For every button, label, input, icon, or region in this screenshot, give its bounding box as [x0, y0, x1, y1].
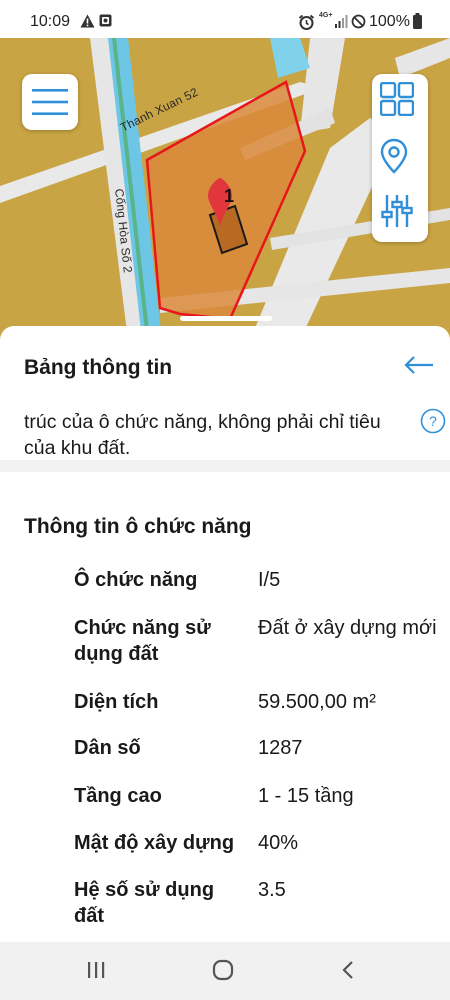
info-card: Thông tin ô chức năng Ô chức năng I/5 Ch…: [0, 472, 450, 942]
sheet-title: Bảng thông tin: [24, 356, 173, 379]
info-row-value: I/5: [258, 569, 281, 591]
home-icon: [212, 959, 234, 986]
arrow-left-icon: [404, 355, 434, 379]
svg-text:?: ?: [429, 413, 437, 429]
info-row-label: Hệ số sử dụng đất: [74, 879, 215, 927]
system-nav-bar: [0, 942, 450, 1000]
warning-icon: [80, 14, 95, 33]
status-time: 10:09: [30, 13, 71, 30]
image-icon: [99, 14, 112, 32]
info-row-label: Chức năng sử dụng đất: [74, 617, 211, 665]
info-row-value: 59.500,00 m²: [258, 691, 376, 713]
note-block: trúc của ô chức năng, không phải chỉ tiê…: [0, 404, 450, 460]
info-row-value: 3.5: [258, 879, 286, 901]
section-gap: [0, 460, 450, 472]
info-row-label: Dân số: [74, 737, 141, 759]
help-icon[interactable]: ?: [420, 408, 446, 434]
sheet-drag-handle[interactable]: [180, 316, 272, 321]
section-title: Thông tin ô chức năng: [24, 515, 252, 538]
back-button[interactable]: [328, 958, 368, 986]
info-row-value: 40%: [258, 832, 299, 854]
info-row-value: 1287: [258, 737, 303, 759]
alarm-icon: [298, 14, 315, 35]
marker-label: 1: [224, 186, 235, 206]
layers-button[interactable]: [380, 82, 420, 122]
map-view[interactable]: Thanh Xuan 52 Cống Hòa Số 2 1: [0, 38, 450, 340]
battery-percent: 100%: [369, 13, 410, 30]
collapse-button[interactable]: [402, 350, 436, 384]
info-row-value: 1 - 15 tầng: [258, 785, 354, 807]
do-not-disturb-icon: [351, 14, 366, 34]
note-text: trúc của ô chức năng, không phải chỉ tiê…: [24, 411, 381, 459]
info-row-label: Ô chức năng: [74, 569, 198, 591]
info-row-value: Đất ở xây dựng mới: [258, 617, 437, 639]
recent-apps-button[interactable]: [76, 958, 116, 986]
back-icon: [341, 960, 355, 985]
network-label: 4G+: [319, 12, 333, 19]
signal-icon: [334, 14, 348, 33]
water-north: [270, 38, 310, 78]
menu-button[interactable]: [22, 74, 78, 130]
info-sheet-header: Bảng thông tin: [0, 326, 450, 410]
battery-icon: [413, 13, 422, 34]
location-button[interactable]: [380, 138, 420, 178]
info-row-label: Tầng cao: [74, 785, 162, 807]
filter-button[interactable]: [380, 194, 420, 234]
road-ne: [395, 38, 450, 78]
home-button[interactable]: [203, 958, 243, 986]
map-tools-panel: [372, 74, 428, 242]
status-bar: 10:09 4G+ 100%: [0, 0, 450, 38]
recent-apps-icon: [86, 961, 106, 984]
info-row-label: Diện tích: [74, 691, 159, 713]
info-row-label: Mật độ xây dựng: [74, 832, 235, 854]
